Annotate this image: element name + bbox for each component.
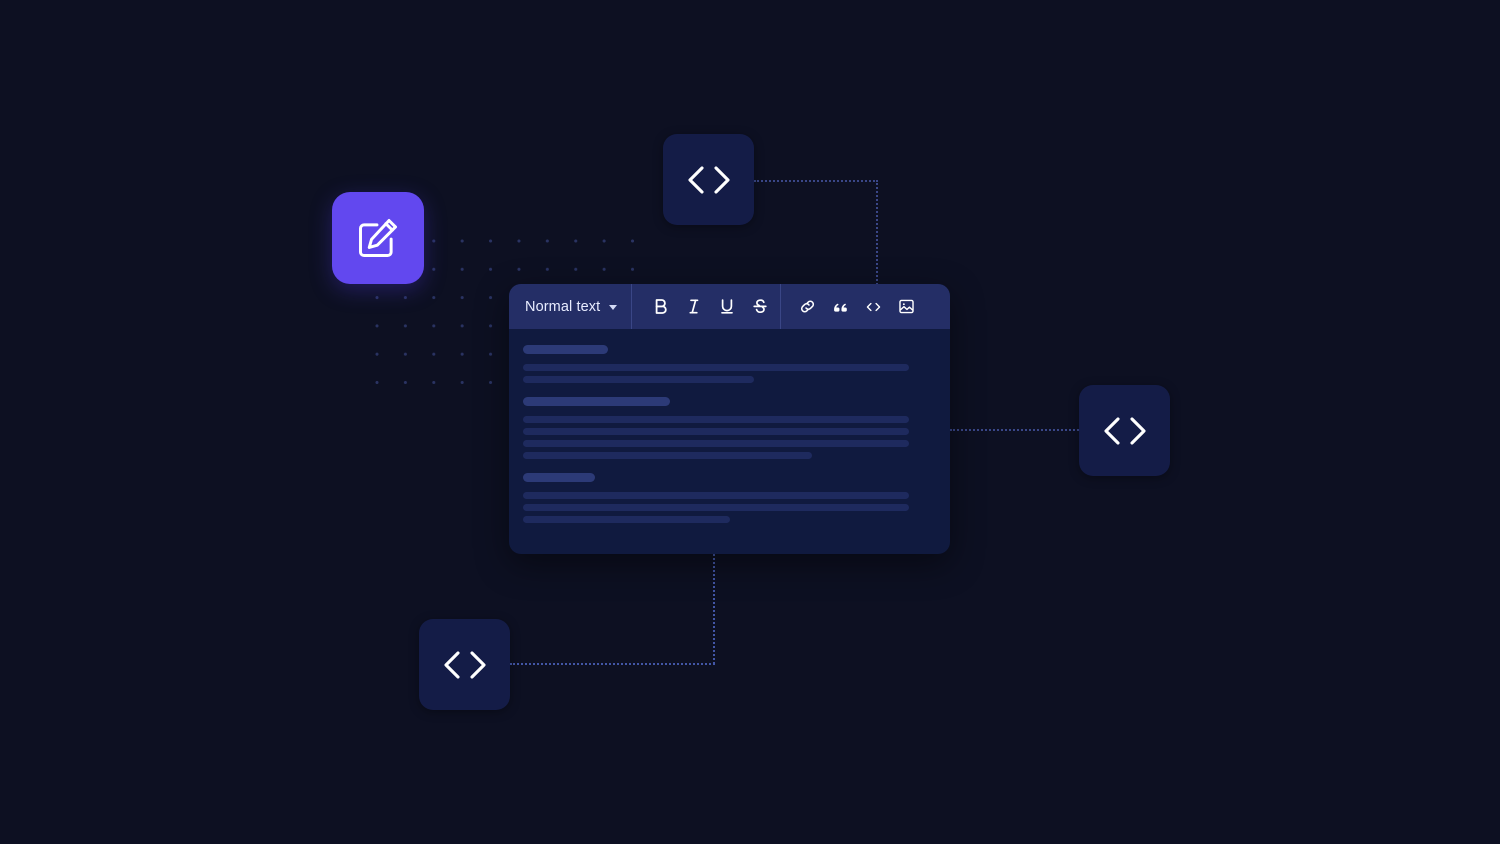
skeleton-heading	[523, 345, 608, 354]
blockquote-button[interactable]	[824, 284, 857, 329]
italic-button[interactable]	[677, 284, 710, 329]
connector-top-vertical	[876, 180, 878, 285]
image-button[interactable]	[890, 284, 923, 329]
bold-button[interactable]	[644, 284, 677, 329]
skeleton-heading	[523, 473, 596, 482]
document-content-skeleton[interactable]	[509, 329, 950, 554]
code-tile-bottom-left[interactable]	[419, 619, 510, 710]
edit-tile[interactable]	[332, 192, 424, 284]
skeleton-line	[523, 504, 910, 511]
connector-bottom-vertical	[713, 554, 715, 664]
skeleton-heading	[523, 397, 670, 406]
skeleton-line	[523, 376, 755, 383]
illustration-canvas: Normal text	[0, 0, 1500, 844]
text-style-dropdown[interactable]: Normal text	[509, 284, 631, 329]
edit-square-pencil-icon	[357, 217, 399, 259]
skeleton-line	[523, 428, 910, 435]
skeleton-line	[523, 440, 910, 447]
skeleton-line	[523, 364, 910, 371]
editor-toolbar: Normal text	[509, 284, 950, 329]
inline-code-button[interactable]	[857, 284, 890, 329]
code-tile-right[interactable]	[1079, 385, 1170, 476]
link-button[interactable]	[791, 284, 824, 329]
skeleton-line	[523, 452, 813, 459]
skeleton-line	[523, 416, 910, 423]
connector-right-horizontal	[950, 429, 1079, 431]
code-brackets-icon	[440, 647, 490, 683]
strikethrough-button[interactable]	[743, 284, 776, 329]
connector-bottom-horizontal	[510, 663, 715, 665]
skeleton-line	[523, 492, 910, 499]
format-button-group	[632, 284, 780, 329]
underline-button[interactable]	[710, 284, 743, 329]
insert-button-group	[781, 284, 931, 329]
code-brackets-icon	[684, 162, 734, 198]
code-tile-top[interactable]	[663, 134, 754, 225]
chevron-down-icon	[609, 305, 618, 310]
text-style-label: Normal text	[525, 298, 601, 315]
rich-text-editor: Normal text	[509, 284, 950, 554]
connector-top-horizontal	[754, 180, 878, 182]
code-brackets-icon	[1100, 413, 1150, 449]
skeleton-line	[523, 516, 730, 523]
